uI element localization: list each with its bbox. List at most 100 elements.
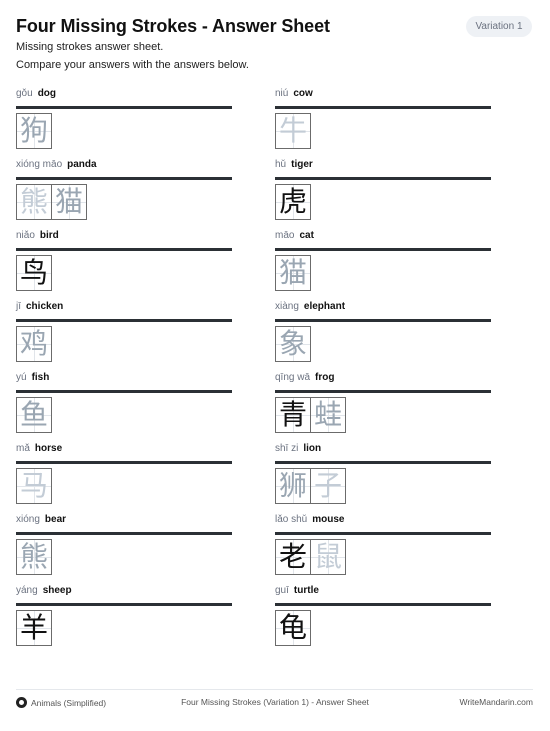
english-meaning: elephant [303, 301, 346, 312]
writing-rule [16, 319, 232, 322]
pinyin: qīng wā [275, 372, 311, 383]
hanzi-character: 马 [19, 469, 48, 502]
character-box: 猫 [51, 184, 87, 220]
word-item: xiàng elephant 象 [275, 301, 491, 372]
writing-rule [16, 390, 232, 393]
character-box: 猫 [275, 255, 311, 291]
word-label: yú fish [16, 372, 232, 386]
character-box: 鼠 [310, 539, 346, 575]
subtitle-line-1: Missing strokes answer sheet. [16, 41, 164, 53]
character-box: 鸟 [16, 255, 52, 291]
word-item: xióng māo panda 熊猫 [16, 159, 232, 230]
english-meaning: chicken [26, 301, 64, 312]
pinyin: hǔ [275, 159, 287, 170]
english-meaning: sheep [42, 585, 72, 596]
character-box: 狗 [16, 113, 52, 149]
word-item: mǎ horse 马 [16, 443, 232, 514]
writing-rule [275, 532, 491, 535]
word-label: gǒu dog [16, 88, 232, 102]
writing-rule [16, 177, 232, 180]
character-boxes: 鸡 [16, 326, 52, 362]
character-box: 鸡 [16, 326, 52, 362]
english-meaning: cow [293, 88, 313, 99]
character-boxes: 马 [16, 468, 52, 504]
writing-rule [275, 603, 491, 606]
pinyin: xióng māo [16, 159, 63, 170]
english-meaning: tiger [291, 159, 313, 170]
footer-site-link[interactable]: WriteMandarin.com [459, 697, 533, 707]
word-item: māo cat 猫 [275, 230, 491, 301]
word-item: gǒu dog 狗 [16, 88, 232, 159]
hanzi-character: 蛙 [313, 398, 342, 431]
character-boxes: 羊 [16, 610, 52, 646]
character-box: 老 [275, 539, 311, 575]
writing-rule [275, 390, 491, 393]
writing-rule [275, 461, 491, 464]
word-item: hǔ tiger 虎 [275, 159, 491, 230]
hanzi-character: 牛 [278, 114, 307, 147]
word-label: māo cat [275, 230, 491, 244]
character-box: 子 [310, 468, 346, 504]
hanzi-character: 猫 [54, 185, 83, 218]
character-box: 青 [275, 397, 311, 433]
writing-rule [275, 248, 491, 251]
english-meaning: cat [299, 230, 314, 241]
character-boxes: 龟 [275, 610, 311, 646]
character-box: 鱼 [16, 397, 52, 433]
character-boxes: 猫 [275, 255, 311, 291]
word-item: yú fish 鱼 [16, 372, 232, 443]
pinyin: xióng [16, 514, 40, 525]
character-boxes: 虎 [275, 184, 311, 220]
word-item: lǎo shǔ mouse 老鼠 [275, 514, 491, 585]
pinyin: lǎo shǔ [275, 514, 308, 525]
character-box: 虎 [275, 184, 311, 220]
word-item: niǎo bird 鸟 [16, 230, 232, 301]
english-meaning: bird [39, 230, 59, 241]
character-box: 羊 [16, 610, 52, 646]
character-box: 熊 [16, 184, 52, 220]
pinyin: yú [16, 372, 27, 383]
writing-rule [16, 532, 232, 535]
hanzi-character: 鸟 [19, 256, 48, 289]
word-label: jī chicken [16, 301, 232, 315]
pinyin: shī zi [275, 443, 299, 454]
word-item: shī zi lion 狮子 [275, 443, 491, 514]
hanzi-character: 熊 [19, 185, 48, 218]
pinyin: guī [275, 585, 289, 596]
hanzi-character: 子 [313, 469, 342, 502]
character-box: 龟 [275, 610, 311, 646]
hanzi-character: 猫 [278, 256, 307, 289]
word-label: mǎ horse [16, 443, 232, 457]
hanzi-character: 熊 [19, 540, 48, 573]
word-label: xióng māo panda [16, 159, 232, 173]
english-meaning: lion [303, 443, 322, 454]
character-box: 熊 [16, 539, 52, 575]
subtitle-line-2: Compare your answers with the answers be… [16, 59, 249, 71]
hanzi-character: 鼠 [313, 540, 342, 573]
word-label: xiàng elephant [275, 301, 491, 315]
left-column: gǒu dog 狗 xióng māo panda 熊猫 niǎo bird 鸟 jī chicke… [16, 88, 232, 656]
word-label: niǎo bird [16, 230, 232, 244]
word-item: niú cow 牛 [275, 88, 491, 159]
english-meaning: dog [37, 88, 57, 99]
pinyin: mǎ [16, 443, 30, 454]
writing-rule [16, 106, 232, 109]
word-label: xióng bear [16, 514, 232, 528]
word-item: xióng bear 熊 [16, 514, 232, 585]
hanzi-character: 羊 [19, 611, 48, 644]
word-label: lǎo shǔ mouse [275, 514, 491, 528]
hanzi-character: 狮 [278, 469, 307, 502]
character-boxes: 牛 [275, 113, 311, 149]
writing-rule [275, 319, 491, 322]
pinyin: yáng [16, 585, 38, 596]
pinyin: niú [275, 88, 289, 99]
word-label: niú cow [275, 88, 491, 102]
character-boxes: 象 [275, 326, 311, 362]
character-boxes: 鸟 [16, 255, 52, 291]
english-meaning: turtle [293, 585, 319, 596]
english-meaning: horse [34, 443, 63, 454]
variation-badge: Variation 1 [466, 16, 532, 37]
english-meaning: bear [44, 514, 67, 525]
hanzi-character: 虎 [278, 185, 307, 218]
word-item: qīng wā frog 青蛙 [275, 372, 491, 443]
